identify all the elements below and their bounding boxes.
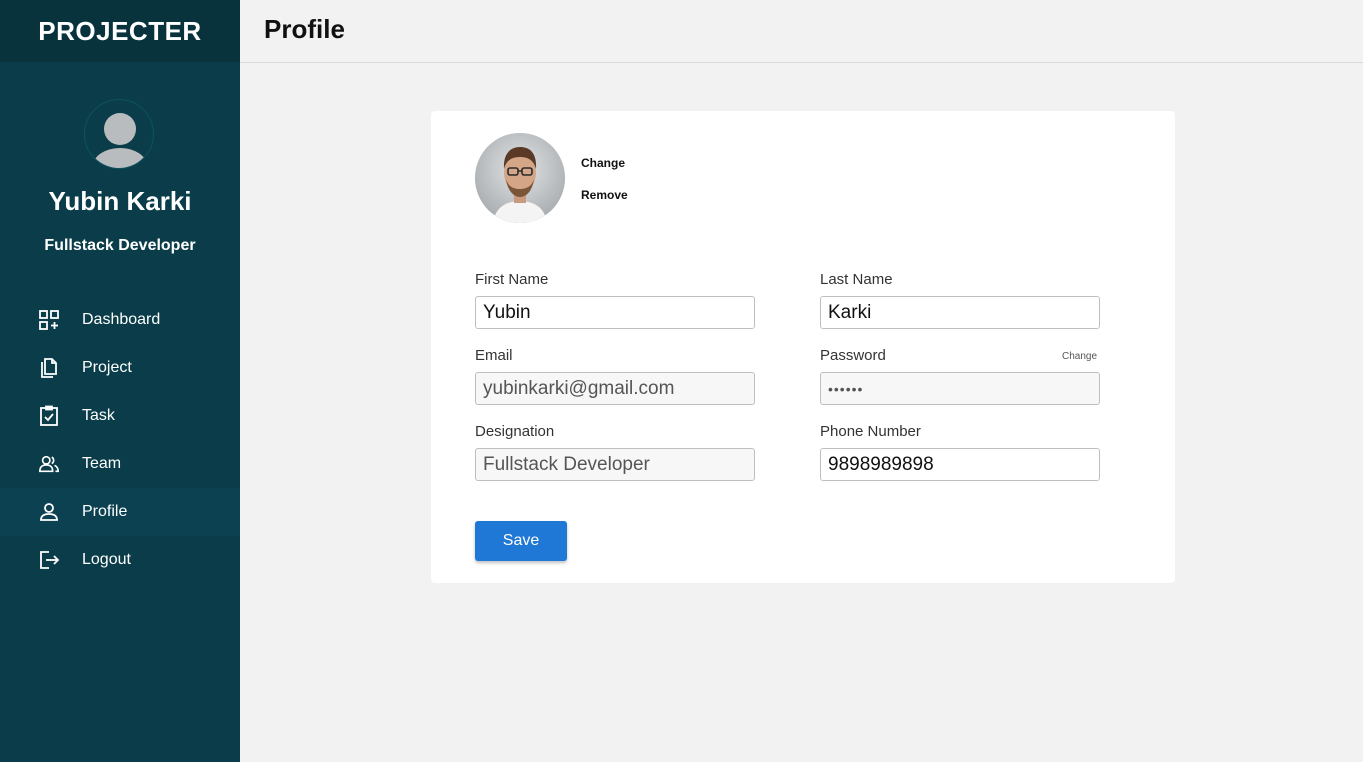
- designation-label: Designation: [475, 423, 555, 440]
- page-title: Profile: [264, 14, 345, 44]
- clipboard-check-icon: [38, 405, 60, 427]
- sidebar-user-role: Fullstack Developer: [44, 237, 196, 254]
- designation-field[interactable]: [475, 448, 755, 481]
- app-brand: PROJECTER: [0, 0, 240, 62]
- last-name-label: Last Name: [820, 271, 893, 288]
- top-bar: Profile: [240, 0, 1363, 63]
- sidebar-item-label: Task: [82, 407, 115, 424]
- default-avatar-icon: [93, 113, 147, 168]
- phone-number-input[interactable]: [820, 448, 1100, 481]
- sidebar-item-label: Profile: [82, 503, 128, 520]
- change-photo-link[interactable]: Change: [581, 156, 625, 170]
- sidebar-item-profile[interactable]: Profile: [0, 488, 240, 536]
- password-field[interactable]: [820, 372, 1100, 405]
- sidebar-item-label: Logout: [82, 551, 131, 568]
- save-button[interactable]: Save: [475, 521, 567, 561]
- sidebar-item-project[interactable]: Project: [0, 344, 240, 392]
- remove-photo-link[interactable]: Remove: [581, 188, 628, 202]
- profile-card: Change Remove First Name Last Name Email…: [431, 111, 1175, 583]
- first-name-input[interactable]: [475, 296, 755, 329]
- dashboard-icon: [38, 309, 60, 331]
- team-icon: [38, 453, 60, 475]
- first-name-label: First Name: [475, 271, 549, 288]
- sidebar-item-task[interactable]: Task: [0, 392, 240, 440]
- profile-photo-image: [475, 133, 565, 223]
- sidebar-item-dashboard[interactable]: Dashboard: [0, 296, 240, 344]
- profile-photo: [475, 133, 565, 223]
- last-name-input[interactable]: [820, 296, 1100, 329]
- sidebar-item-label: Project: [82, 359, 132, 376]
- logout-icon: [38, 549, 60, 571]
- sidebar-nav: Dashboard Project Task Team Profile Logo…: [0, 296, 240, 584]
- sidebar: PROJECTER Yubin Karki Fullstack Develope…: [0, 0, 240, 762]
- phone-number-label: Phone Number: [820, 423, 921, 440]
- sidebar-avatar: [84, 99, 154, 169]
- user-icon: [38, 501, 60, 523]
- documents-icon: [38, 357, 60, 379]
- email-field[interactable]: [475, 372, 755, 405]
- sidebar-user-name: Yubin Karki: [48, 186, 192, 216]
- sidebar-item-label: Team: [82, 455, 122, 472]
- sidebar-item-team[interactable]: Team: [0, 440, 240, 488]
- sidebar-item-logout[interactable]: Logout: [0, 536, 240, 584]
- sidebar-item-label: Dashboard: [82, 311, 161, 328]
- email-label: Email: [475, 347, 513, 364]
- change-password-link[interactable]: Change: [1062, 351, 1097, 362]
- password-label: Password: [820, 347, 886, 364]
